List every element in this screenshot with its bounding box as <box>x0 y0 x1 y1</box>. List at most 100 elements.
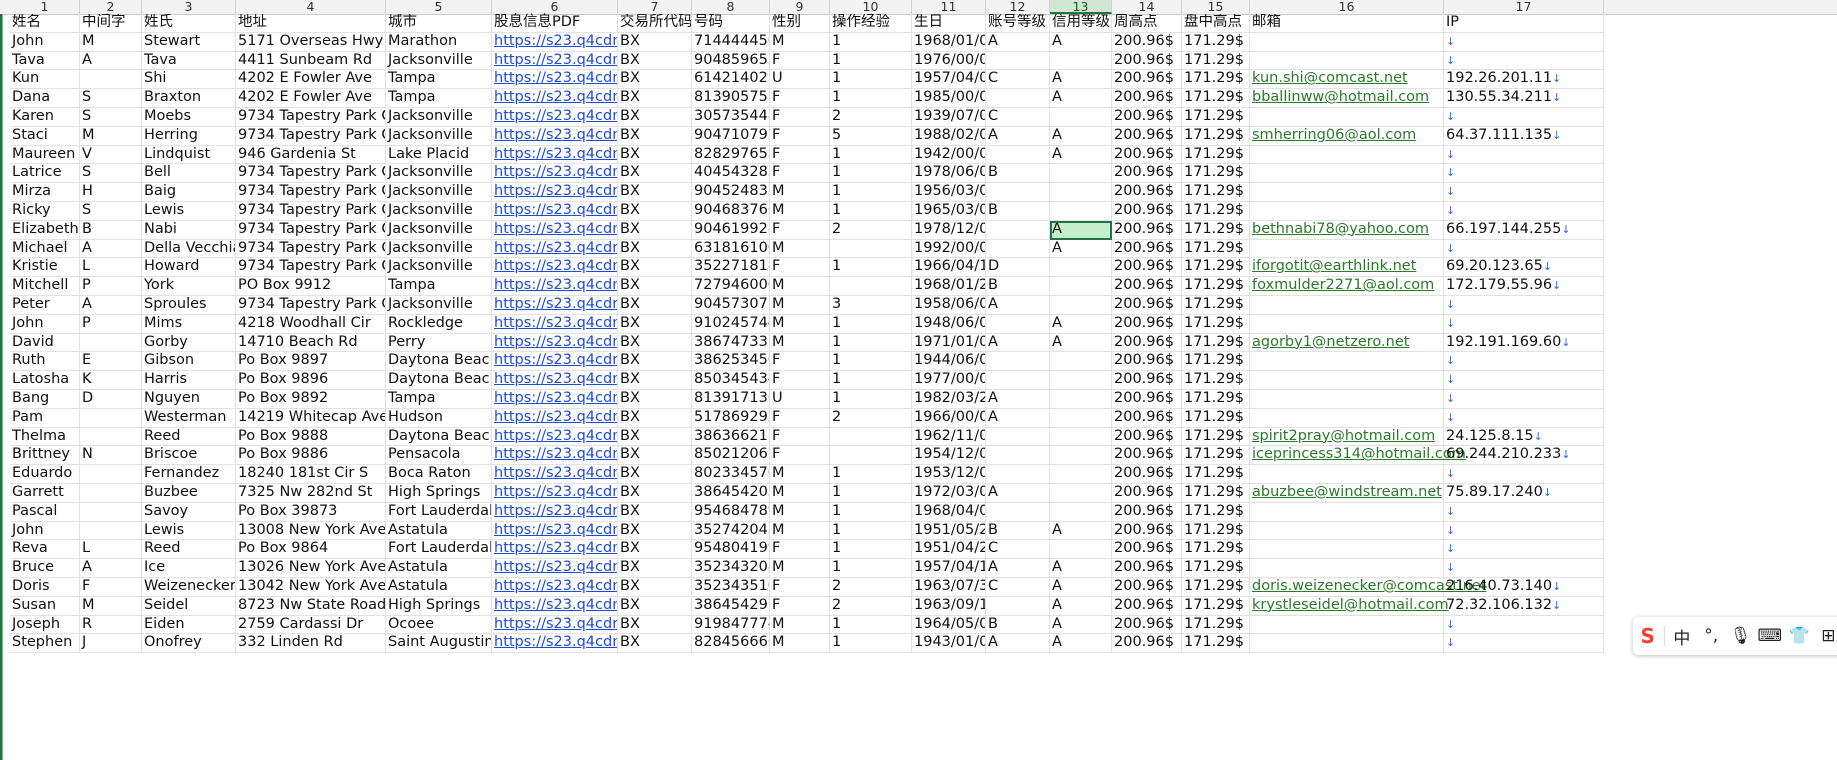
cell-pdf[interactable]: https://s23.q4cdn.co <box>492 51 618 71</box>
cell-intraday_high[interactable]: 171.29$ <box>1182 484 1250 503</box>
cell-intraday_high[interactable]: 171.29$ <box>1182 408 1250 428</box>
cell-intraday_high[interactable]: 171.29$ <box>1182 390 1250 409</box>
cell-exchange[interactable]: BX <box>618 220 692 240</box>
cell-experience[interactable]: 1 <box>830 352 912 372</box>
cell-ip[interactable]: 69.20.123.65↓ <box>1444 258 1604 278</box>
cell-birthday[interactable]: 1982/03/28 <box>912 390 986 409</box>
cell-ip[interactable]: 66.197.144.255↓ <box>1444 220 1604 240</box>
column-number-1[interactable]: 1 <box>10 0 80 14</box>
cell-address[interactable]: 9734 Tapestry Park Cir <box>236 258 386 278</box>
cell-week_high[interactable]: 200.96$ <box>1112 32 1182 52</box>
cell-birthday[interactable]: 1956/03/00 <box>912 183 986 202</box>
cell-city[interactable]: Jacksonville <box>386 51 492 71</box>
cell-experience[interactable]: 1 <box>830 333 912 353</box>
cell-experience[interactable]: 5 <box>830 126 912 146</box>
cell-week_high[interactable]: 200.96$ <box>1112 408 1182 428</box>
cell-middle[interactable]: S <box>80 108 142 127</box>
cell-middle[interactable] <box>80 484 142 503</box>
cell-week_high[interactable]: 200.96$ <box>1112 578 1182 597</box>
cell-gender[interactable]: M <box>770 634 830 654</box>
cell-account_level[interactable]: B <box>986 277 1050 296</box>
cell-credit_level[interactable]: A <box>1050 634 1112 654</box>
cell-account_level[interactable]: A <box>986 333 1050 353</box>
cell-gender[interactable]: F <box>770 51 830 71</box>
cell-last[interactable]: Stewart <box>142 32 236 52</box>
cell-phone[interactable]: 9047107929 <box>692 126 770 146</box>
cell-account_level[interactable] <box>986 145 1050 165</box>
skin-icon[interactable]: 👕 <box>1784 621 1813 651</box>
cell-phone[interactable]: 3864542031 <box>692 484 770 503</box>
cell-email[interactable]: doris.weizenecker@comcast.net <box>1250 578 1486 597</box>
cell-first[interactable]: Pascal <box>10 502 80 522</box>
cell-pdf[interactable]: https://s23.q4cdn.co <box>492 70 618 90</box>
cell-ip[interactable]: 172.179.55.96↓ <box>1444 277 1604 296</box>
cell-gender[interactable]: F <box>770 126 830 146</box>
cell-ip[interactable]: ↓ <box>1444 408 1604 428</box>
cell-phone[interactable]: 8502120619 <box>692 446 770 466</box>
cell-exchange[interactable]: BX <box>618 408 692 428</box>
cell-exchange[interactable]: BX <box>618 258 692 278</box>
cell-account_level[interactable]: C <box>986 70 1050 90</box>
cell-account_level[interactable]: C <box>986 578 1050 597</box>
cell-account_level[interactable]: B <box>986 521 1050 541</box>
cell-email[interactable] <box>1250 352 1444 372</box>
cell-experience[interactable]: 1 <box>830 70 912 90</box>
cell-phone[interactable]: 9046199289 <box>692 220 770 240</box>
cell-phone[interactable]: 6142140252 <box>692 70 770 90</box>
cell-email[interactable] <box>1250 408 1444 428</box>
cell-credit_level[interactable]: A <box>1050 126 1112 146</box>
cell-phone[interactable]: 7144444500 <box>692 32 770 52</box>
cell-address[interactable]: 13008 New York Ave <box>236 521 386 541</box>
cell-gender[interactable]: F <box>770 540 830 560</box>
cell-experience[interactable]: 2 <box>830 408 912 428</box>
cell-phone[interactable]: 8139057559 <box>692 89 770 108</box>
cell-ip[interactable]: ↓ <box>1444 615 1604 635</box>
cell-middle[interactable] <box>80 465 142 484</box>
header-cell-first[interactable]: 姓名 <box>10 14 80 33</box>
column-number-12[interactable]: 12 <box>986 0 1050 14</box>
cell-phone[interactable]: 6318161007 <box>692 239 770 259</box>
cell-first[interactable]: Latosha <box>10 371 80 390</box>
cell-pdf[interactable]: https://s23.q4cdn.co <box>492 352 618 372</box>
cell-city[interactable]: Daytona Beach <box>386 427 492 447</box>
cell-experience[interactable]: 3 <box>830 296 912 315</box>
cell-account_level[interactable]: A <box>986 408 1050 428</box>
cell-ip[interactable]: ↓ <box>1444 108 1604 127</box>
cell-first[interactable]: Mitchell <box>10 277 80 296</box>
cell-experience[interactable]: 1 <box>830 559 912 578</box>
cell-city[interactable]: Jacksonville <box>386 108 492 127</box>
cell-phone[interactable]: 3527420432 <box>692 521 770 541</box>
cell-city[interactable]: Lake Placid <box>386 145 492 165</box>
cell-pdf[interactable]: https://s23.q4cdn.co <box>492 202 618 221</box>
cell-city[interactable]: Pensacola <box>386 446 492 466</box>
cell-intraday_high[interactable]: 171.29$ <box>1182 314 1250 334</box>
cell-account_level[interactable] <box>986 89 1050 108</box>
cell-address[interactable]: 9734 Tapestry Park Cir <box>236 164 386 184</box>
cell-first[interactable]: Ruth <box>10 352 80 372</box>
cell-birthday[interactable]: 1968/01/28 <box>912 277 986 296</box>
cell-experience[interactable]: 2 <box>830 220 912 240</box>
cell-ip[interactable]: ↓ <box>1444 521 1604 541</box>
cell-week_high[interactable]: 200.96$ <box>1112 540 1182 560</box>
cell-intraday_high[interactable]: 171.29$ <box>1182 634 1250 654</box>
cell-ip[interactable]: ↓ <box>1444 465 1604 484</box>
cell-last[interactable]: Ice <box>142 559 236 578</box>
cell-phone[interactable]: 8284566662 <box>692 634 770 654</box>
cell-pdf[interactable]: https://s23.q4cdn.co <box>492 89 618 108</box>
cell-ip[interactable]: ↓ <box>1444 145 1604 165</box>
cell-pdf[interactable]: https://s23.q4cdn.co <box>492 446 618 466</box>
cell-last[interactable]: Della Vecchia <box>142 239 236 259</box>
cell-address[interactable]: 946 Gardenia St <box>236 145 386 165</box>
cell-last[interactable]: Seidel <box>142 596 236 616</box>
cell-birthday[interactable]: 1988/02/00 <box>912 126 986 146</box>
cell-account_level[interactable]: A <box>986 559 1050 578</box>
cell-credit_level[interactable]: A <box>1050 615 1112 635</box>
cell-middle[interactable]: A <box>80 296 142 315</box>
cell-first[interactable]: Latrice <box>10 164 80 184</box>
cell-gender[interactable]: M <box>770 615 830 635</box>
cell-intraday_high[interactable]: 171.29$ <box>1182 202 1250 221</box>
microphone-icon[interactable]: 🎙 <box>1726 621 1755 651</box>
cell-middle[interactable]: V <box>80 145 142 165</box>
cell-gender[interactable]: M <box>770 277 830 296</box>
cell-city[interactable]: Daytona Beach <box>386 352 492 372</box>
